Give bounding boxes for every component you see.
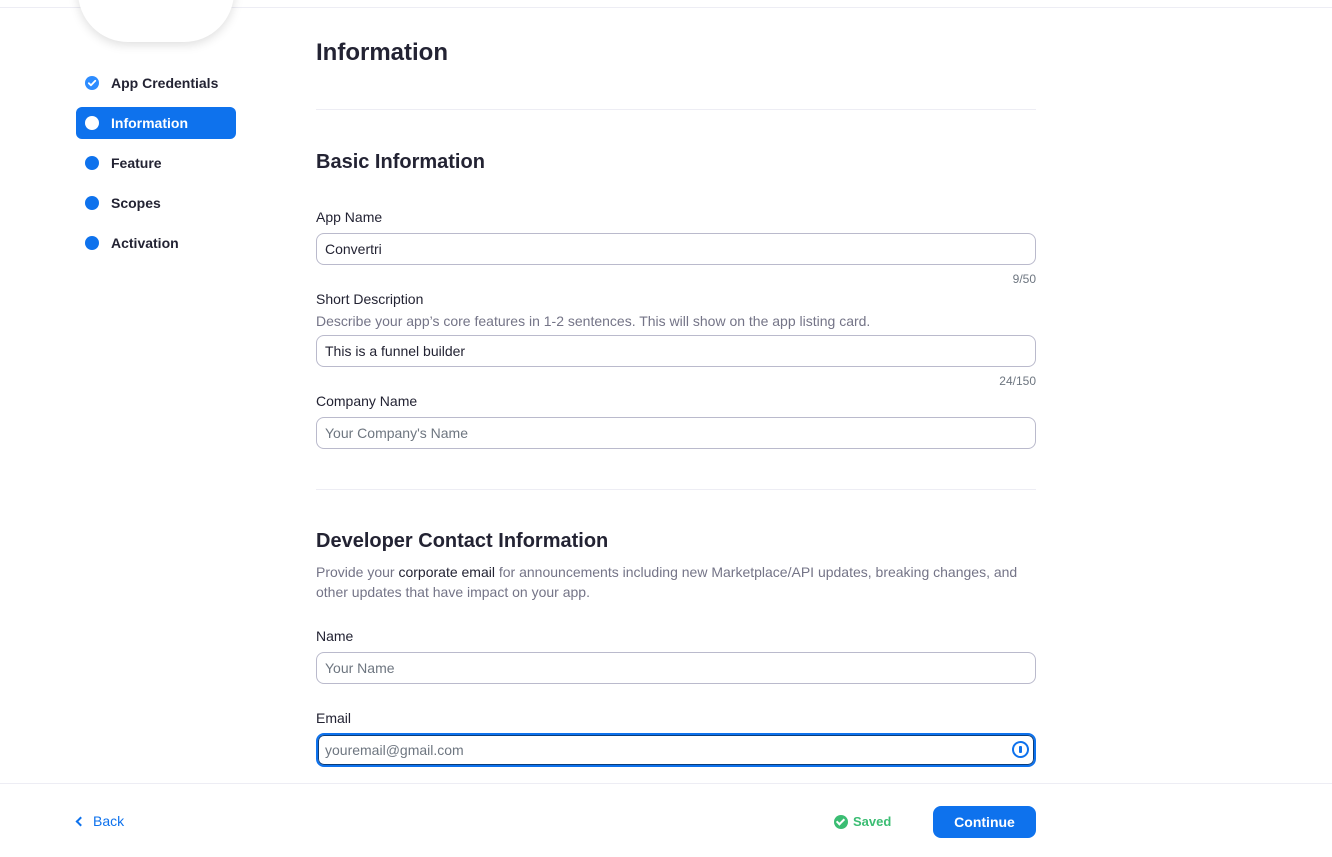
step-app-credentials[interactable]: App Credentials [76, 67, 236, 99]
developer-contact-help: Provide your corporate email for announc… [316, 562, 1036, 602]
saved-label: Saved [853, 814, 892, 829]
step-label: App Credentials [111, 75, 219, 91]
check-circle-icon [834, 814, 848, 829]
saved-status: Saved [834, 814, 891, 829]
step-label: Feature [111, 155, 162, 171]
title-divider [316, 109, 1036, 110]
footer-divider [0, 783, 1332, 784]
step-dot-icon [85, 156, 99, 170]
short-description-counter: 24/150 [999, 374, 1036, 388]
app-name-label: App Name [316, 209, 383, 225]
basic-information-heading: Basic Information [316, 151, 485, 173]
app-icon-card [78, 0, 234, 42]
company-name-label: Company Name [316, 393, 418, 409]
continue-button[interactable]: Continue [933, 806, 1036, 838]
back-label: Back [93, 813, 125, 829]
page-title: Information [316, 39, 448, 66]
short-description-label: Short Description [316, 291, 424, 307]
contact-name-input[interactable] [316, 652, 1036, 684]
steps-sidebar: App Credentials Information Feature Scop… [76, 67, 236, 267]
short-description-input[interactable] [316, 335, 1036, 367]
back-link[interactable]: Back [75, 813, 125, 829]
step-feature[interactable]: Feature [76, 147, 236, 179]
step-label: Scopes [111, 195, 161, 211]
app-name-counter: 9/50 [1012, 272, 1036, 286]
section-divider [316, 489, 1036, 490]
contact-email-label: Email [316, 710, 352, 726]
contact-name-label: Name [316, 628, 354, 644]
step-label: Information [111, 115, 188, 131]
step-activation[interactable]: Activation [76, 227, 236, 259]
app-name-input[interactable] [316, 233, 1036, 265]
step-information[interactable]: Information [76, 107, 236, 139]
check-circle-icon [85, 76, 99, 90]
chevron-left-icon [75, 816, 86, 827]
password-manager-icon[interactable] [1012, 741, 1029, 758]
step-dot-icon [85, 116, 99, 130]
short-description-help: Describe your app’s core features in 1-2… [316, 313, 871, 329]
contact-email-input[interactable] [316, 733, 1036, 767]
step-dot-icon [85, 236, 99, 250]
company-name-input[interactable] [316, 417, 1036, 449]
step-scopes[interactable]: Scopes [76, 187, 236, 219]
step-dot-icon [85, 196, 99, 210]
step-label: Activation [111, 235, 179, 251]
help-text: Provide your [316, 564, 399, 580]
developer-contact-heading: Developer Contact Information [316, 530, 609, 552]
help-emphasis: corporate email [398, 564, 495, 580]
